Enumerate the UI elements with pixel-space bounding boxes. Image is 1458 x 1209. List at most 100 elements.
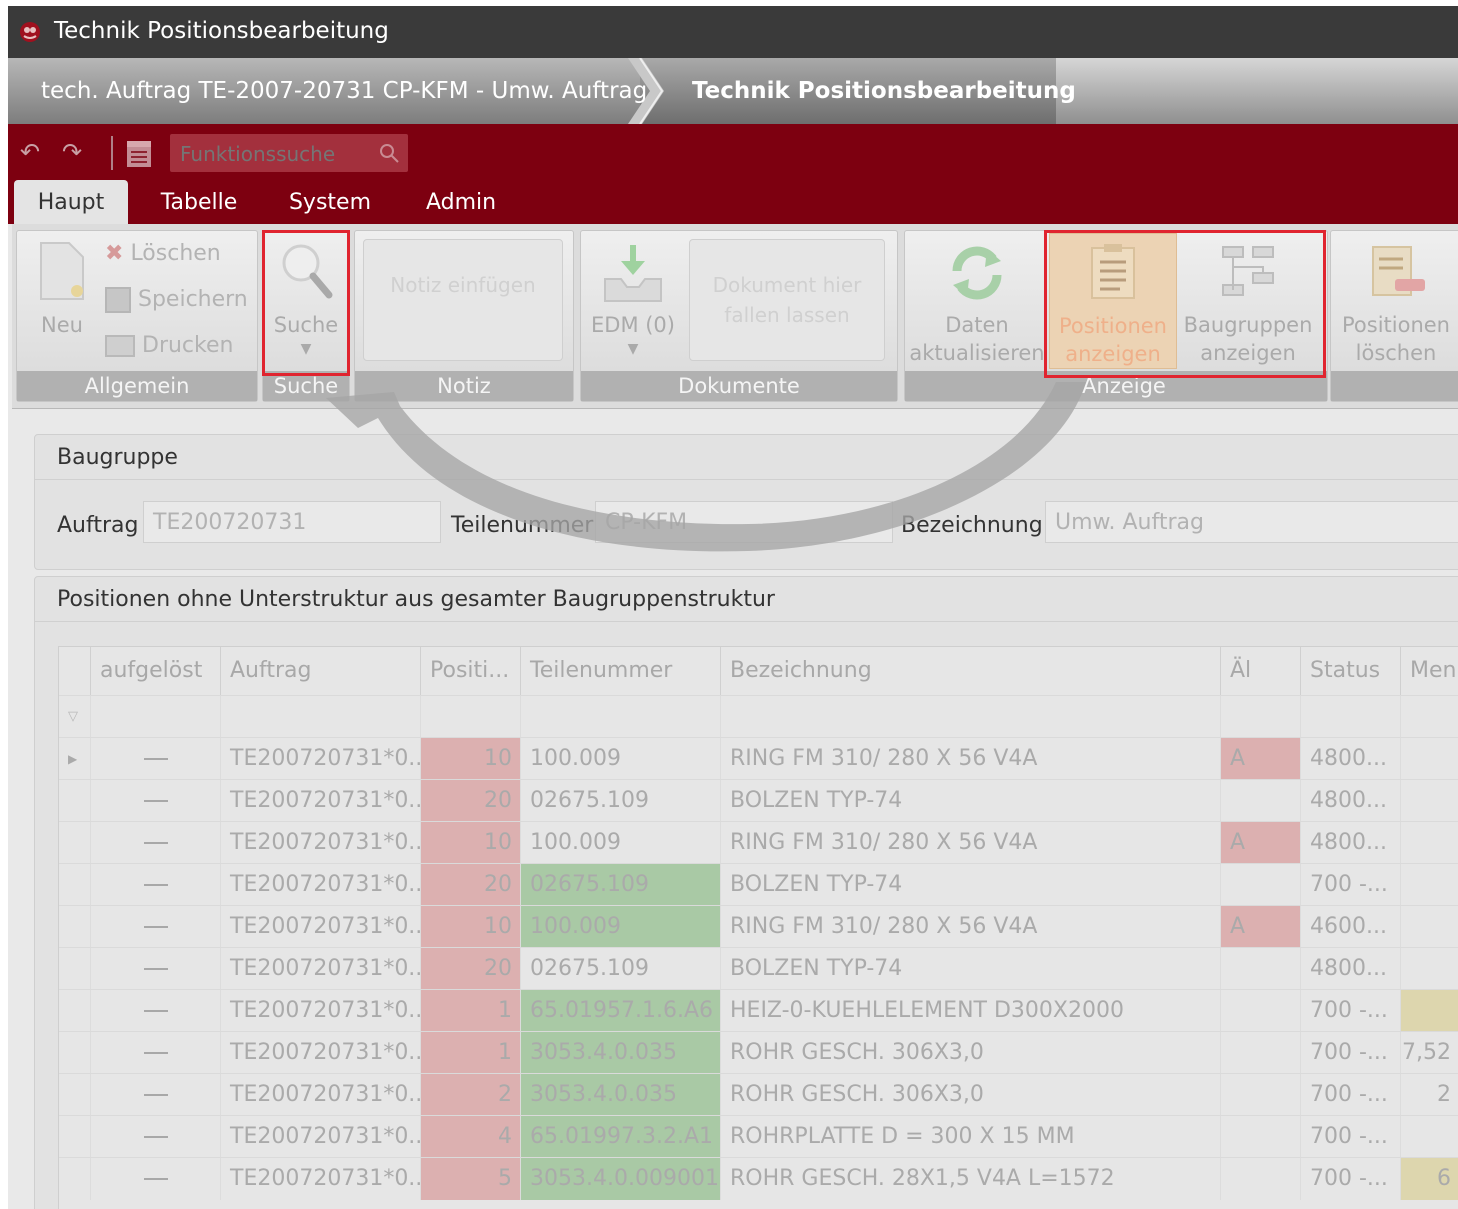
- cell-aufgeloest[interactable]: [91, 948, 221, 990]
- column-header-menge[interactable]: Men: [1401, 647, 1458, 695]
- cell-menge[interactable]: 2: [1401, 1074, 1458, 1116]
- cell-teilenummer[interactable]: 02675.109: [521, 780, 721, 822]
- cell-ae[interactable]: [1221, 1116, 1301, 1158]
- cell-status[interactable]: 4800...: [1301, 738, 1401, 780]
- row-indicator[interactable]: [59, 1158, 91, 1200]
- row-indicator[interactable]: [59, 864, 91, 906]
- cell-teilenummer[interactable]: 65.01997.3.2.A1: [521, 1116, 721, 1158]
- cell-status[interactable]: 700 -...: [1301, 1074, 1401, 1116]
- cell-position[interactable]: 20: [421, 948, 521, 990]
- cell-status[interactable]: 4800...: [1301, 822, 1401, 864]
- filter-cell[interactable]: [1401, 696, 1458, 738]
- cell-ae[interactable]: [1221, 1074, 1301, 1116]
- cell-status[interactable]: 700 -...: [1301, 864, 1401, 906]
- cell-menge[interactable]: [1401, 906, 1458, 948]
- filter-cell[interactable]: [1221, 696, 1301, 738]
- cell-menge[interactable]: [1401, 822, 1458, 864]
- cell-menge[interactable]: [1401, 1116, 1458, 1158]
- function-search-input[interactable]: [178, 140, 372, 168]
- cell-ae[interactable]: [1221, 948, 1301, 990]
- cell-teilenummer[interactable]: 100.009: [521, 822, 721, 864]
- delete-button[interactable]: ✖ Löschen: [105, 241, 221, 266]
- save-button[interactable]: Speichern: [105, 287, 248, 313]
- cell-teilenummer[interactable]: 100.009: [521, 906, 721, 948]
- cell-aufgeloest[interactable]: [91, 990, 221, 1032]
- cell-bezeichnung[interactable]: ROHR GESCH. 306X3,0: [721, 1032, 1221, 1074]
- cell-aufgeloest[interactable]: [91, 1158, 221, 1200]
- filter-cell[interactable]: [91, 696, 221, 738]
- calendar-icon[interactable]: [126, 138, 152, 168]
- cell-teilenummer[interactable]: 3053.4.0.009001: [521, 1158, 721, 1200]
- filter-icon[interactable]: ▽: [59, 696, 91, 738]
- insert-note-button[interactable]: Notiz einfügen: [363, 239, 563, 361]
- cell-ae[interactable]: [1221, 1158, 1301, 1200]
- cell-status[interactable]: 700 -...: [1301, 1116, 1401, 1158]
- cell-menge[interactable]: [1401, 738, 1458, 780]
- column-header-teilenummer[interactable]: Teilenummer: [521, 647, 721, 695]
- cell-bezeichnung[interactable]: RING FM 310/ 280 X 56 V4A: [721, 738, 1221, 780]
- cell-menge[interactable]: [1401, 864, 1458, 906]
- table-row[interactable]: TE200720731*0... 4 65.01997.3.2.A1 ROHRPLAT…: [59, 1115, 1458, 1158]
- cell-auftrag[interactable]: TE200720731*0...: [221, 780, 421, 822]
- cell-auftrag[interactable]: TE200720731*0...: [221, 822, 421, 864]
- row-indicator[interactable]: [59, 1074, 91, 1116]
- cell-aufgeloest[interactable]: [91, 906, 221, 948]
- tab-haupt[interactable]: Haupt: [14, 180, 128, 224]
- cell-position[interactable]: 10: [421, 738, 521, 780]
- auftrag-field[interactable]: TE200720731: [143, 501, 441, 543]
- column-header-bezeichnung[interactable]: Bezeichnung: [721, 647, 1221, 695]
- cell-bezeichnung[interactable]: BOLZEN TYP-74: [721, 780, 1221, 822]
- row-indicator[interactable]: [59, 906, 91, 948]
- tab-admin[interactable]: Admin: [416, 180, 506, 224]
- new-button[interactable]: Neu: [25, 237, 99, 363]
- cell-status[interactable]: 4600...: [1301, 906, 1401, 948]
- cell-auftrag[interactable]: TE200720731*0...: [221, 738, 421, 780]
- cell-menge[interactable]: 7,52: [1401, 1032, 1458, 1074]
- cell-status[interactable]: 700 -...: [1301, 1032, 1401, 1074]
- table-row[interactable]: TE200720731*0... 10 100.009 RING FM 310/ 28…: [59, 905, 1458, 948]
- cell-aufgeloest[interactable]: [91, 738, 221, 780]
- tab-system[interactable]: System: [280, 180, 380, 224]
- cell-position[interactable]: 20: [421, 780, 521, 822]
- row-current-icon[interactable]: ▶: [59, 738, 91, 780]
- cell-auftrag[interactable]: TE200720731*0...: [221, 948, 421, 990]
- cell-position[interactable]: 10: [421, 822, 521, 864]
- filter-cell[interactable]: [421, 696, 521, 738]
- cell-bezeichnung[interactable]: RING FM 310/ 280 X 56 V4A: [721, 822, 1221, 864]
- filter-cell[interactable]: [1301, 696, 1401, 738]
- function-search[interactable]: [170, 134, 408, 172]
- filter-cell[interactable]: [521, 696, 721, 738]
- cell-teilenummer[interactable]: 02675.109: [521, 948, 721, 990]
- cell-menge[interactable]: [1401, 780, 1458, 822]
- table-row[interactable]: TE200720731*0... 20 02675.109 BOLZEN TYP-74…: [59, 863, 1458, 906]
- cell-ae[interactable]: A: [1221, 822, 1301, 864]
- cell-teilenummer[interactable]: 3053.4.0.035: [521, 1074, 721, 1116]
- cell-position[interactable]: 5: [421, 1158, 521, 1200]
- tab-tabelle[interactable]: Tabelle: [148, 180, 250, 224]
- row-indicator[interactable]: [59, 780, 91, 822]
- table-row[interactable]: ▶ TE200720731*0... 10 100.009 RING FM 310/ 2…: [59, 737, 1458, 780]
- cell-position[interactable]: 10: [421, 906, 521, 948]
- cell-ae[interactable]: [1221, 1032, 1301, 1074]
- redo-icon[interactable]: ↷: [62, 138, 82, 166]
- cell-bezeichnung[interactable]: ROHRPLATTE D = 300 X 15 MM: [721, 1116, 1221, 1158]
- column-header-auftrag[interactable]: Auftrag: [221, 647, 421, 695]
- cell-ae[interactable]: [1221, 864, 1301, 906]
- print-button[interactable]: Drucken: [105, 333, 233, 358]
- cell-bezeichnung[interactable]: ROHR GESCH. 306X3,0: [721, 1074, 1221, 1116]
- cell-aufgeloest[interactable]: [91, 822, 221, 864]
- cell-position[interactable]: 1: [421, 1032, 521, 1074]
- column-header-status[interactable]: Status: [1301, 647, 1401, 695]
- column-header-aufgeloest[interactable]: aufgelöst: [91, 647, 221, 695]
- cell-bezeichnung[interactable]: BOLZEN TYP-74: [721, 948, 1221, 990]
- cell-status[interactable]: 4800...: [1301, 780, 1401, 822]
- cell-menge[interactable]: [1401, 990, 1458, 1032]
- row-indicator[interactable]: [59, 948, 91, 990]
- cell-position[interactable]: 20: [421, 864, 521, 906]
- column-header-ae[interactable]: Äl: [1221, 647, 1301, 695]
- row-indicator[interactable]: [59, 990, 91, 1032]
- cell-status[interactable]: 4800...: [1301, 948, 1401, 990]
- teilenummer-field[interactable]: CP-KFM: [595, 501, 893, 543]
- table-row[interactable]: TE200720731*0... 5 3053.4.0.009001 ROHR GES…: [59, 1157, 1458, 1200]
- table-row[interactable]: TE200720731*0... 1 3053.4.0.035 ROHR GESCH.…: [59, 1031, 1458, 1074]
